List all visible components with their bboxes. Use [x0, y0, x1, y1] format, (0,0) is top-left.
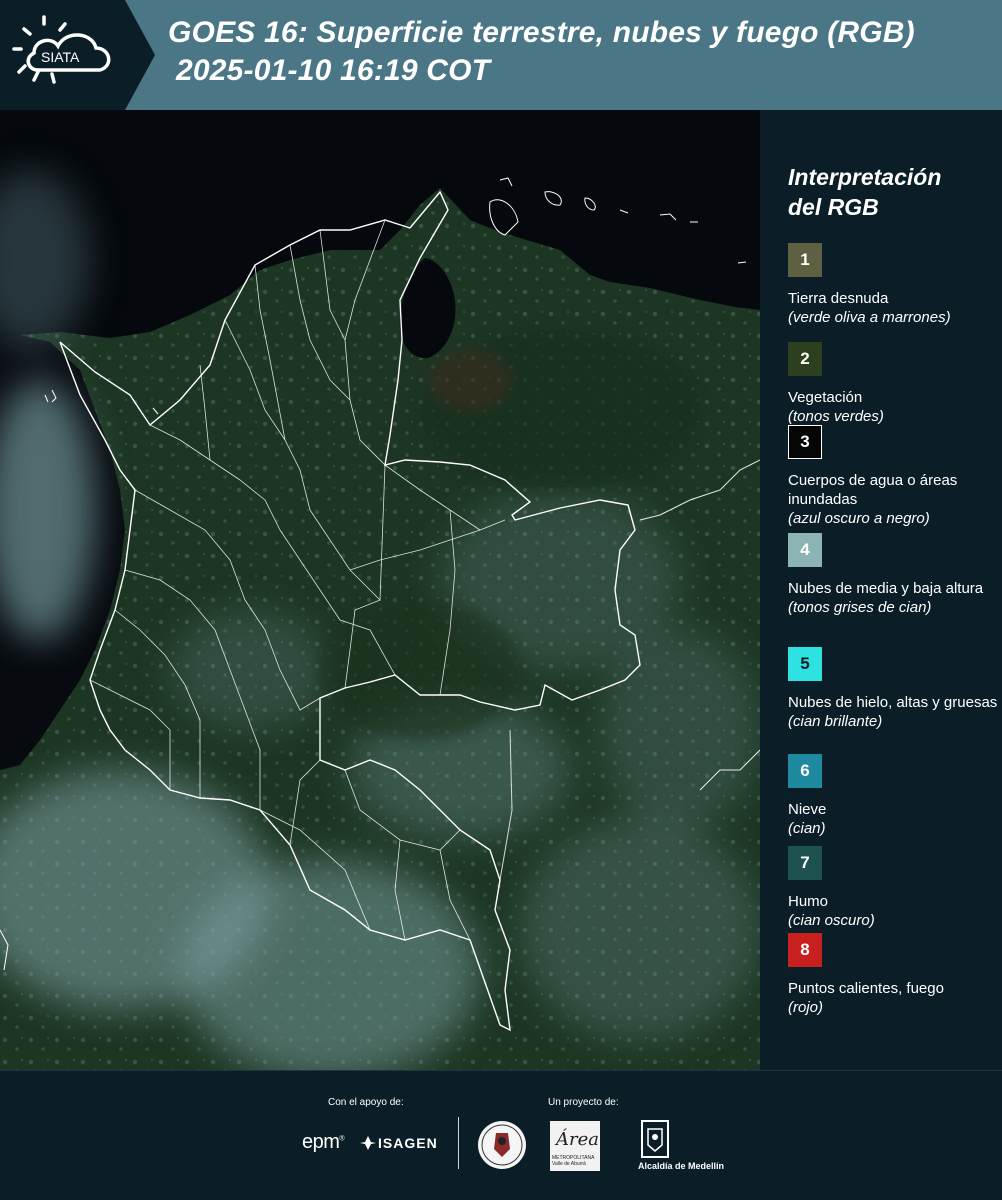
footer-divider — [458, 1117, 459, 1169]
legend-swatch: 3 — [788, 425, 822, 459]
legend-item-3: 3 Cuerpos de agua o áreas inundadas (azul … — [788, 425, 1002, 528]
legend-description: (cian brillante) — [788, 713, 883, 730]
siata-logo: SIATA — [0, 0, 155, 110]
legend-swatch: 5 — [788, 647, 822, 681]
footer-bar: Con el apoyo de: Un proyecto de: epm® IS… — [0, 1070, 1002, 1200]
legend-swatch: 7 — [788, 846, 822, 880]
satellite-map[interactable] — [0, 110, 760, 1070]
support-label: Con el apoyo de: — [328, 1097, 404, 1108]
legend-item-2: 2 Vegetación (tonos verdes) — [788, 342, 1002, 426]
legend-label: Nubes de hielo, altas y gruesas — [788, 694, 998, 711]
legend-item-5: 5 Nubes de hielo, altas y gruesas (cian br… — [788, 647, 1002, 731]
legend-label: Tierra desnuda — [788, 290, 889, 307]
title-timestamp: 2025-01-10 16:19 COT — [176, 54, 491, 87]
area-metropolitana-logo: Área METROPOLITANA Valle de Aburrá — [550, 1121, 600, 1171]
legend-label: Nieve — [788, 801, 827, 818]
legend-title: Interpretación del RGB — [788, 164, 942, 220]
legend-label: Humo — [788, 893, 829, 910]
isagen-logo: ISAGEN — [360, 1135, 438, 1151]
legend-label: Cuerpos de agua o áreas inundadas — [788, 472, 958, 508]
alcaldia-label: Alcaldía de Medellín — [638, 1161, 725, 1171]
seal-logo — [478, 1121, 526, 1169]
legend-label: Nubes de media y baja altura — [788, 580, 984, 597]
page-title: GOES 16: Superficie terrestre, nubes y f… — [168, 14, 998, 90]
isagen-icon — [360, 1136, 376, 1150]
legend-item-6: 6 Nieve (cian) — [788, 754, 1002, 838]
legend-swatch: 4 — [788, 533, 822, 567]
epm-logo: epm® — [302, 1131, 345, 1153]
legend-description: (verde oliva a marrones) — [788, 309, 951, 326]
legend-swatch: 1 — [788, 243, 822, 277]
legend-swatch: 6 — [788, 754, 822, 788]
legend-item-8: 8 Puntos calientes, fuego (rojo) — [788, 933, 1002, 1017]
legend-description: (tonos grises de cian) — [788, 599, 932, 616]
project-label: Un proyecto de: — [548, 1097, 619, 1108]
legend-swatch: 2 — [788, 342, 822, 376]
legend-description: (azul oscuro a negro) — [788, 510, 930, 527]
title-line1: GOES 16: Superficie terrestre, nubes y f… — [168, 16, 915, 49]
legend-description: (cian) — [788, 820, 826, 837]
legend-description: (rojo) — [788, 999, 824, 1016]
alcaldia-shield-logo — [641, 1120, 669, 1158]
legend-description: (cian oscuro) — [788, 912, 875, 929]
header-bar: SIATA GOES 16: Superficie terrestre, nub… — [0, 0, 1002, 110]
legend-label: Vegetación — [788, 389, 863, 406]
legend-panel: Interpretación del RGB 1 Tierra desnuda (v… — [760, 110, 1002, 1070]
legend-label: Puntos calientes, fuego — [788, 980, 944, 997]
legend-swatch: 8 — [788, 933, 822, 967]
legend-item-7: 7 Humo (cian oscuro) — [788, 846, 1002, 930]
legend-description: (tonos verdes) — [788, 408, 884, 425]
legend-item-1: 1 Tierra desnuda (verde oliva a marrones) — [788, 243, 1002, 327]
siata-logo-text: SIATA — [41, 49, 80, 65]
legend-item-4: 4 Nubes de media y baja altura (tonos gris… — [788, 533, 1002, 617]
